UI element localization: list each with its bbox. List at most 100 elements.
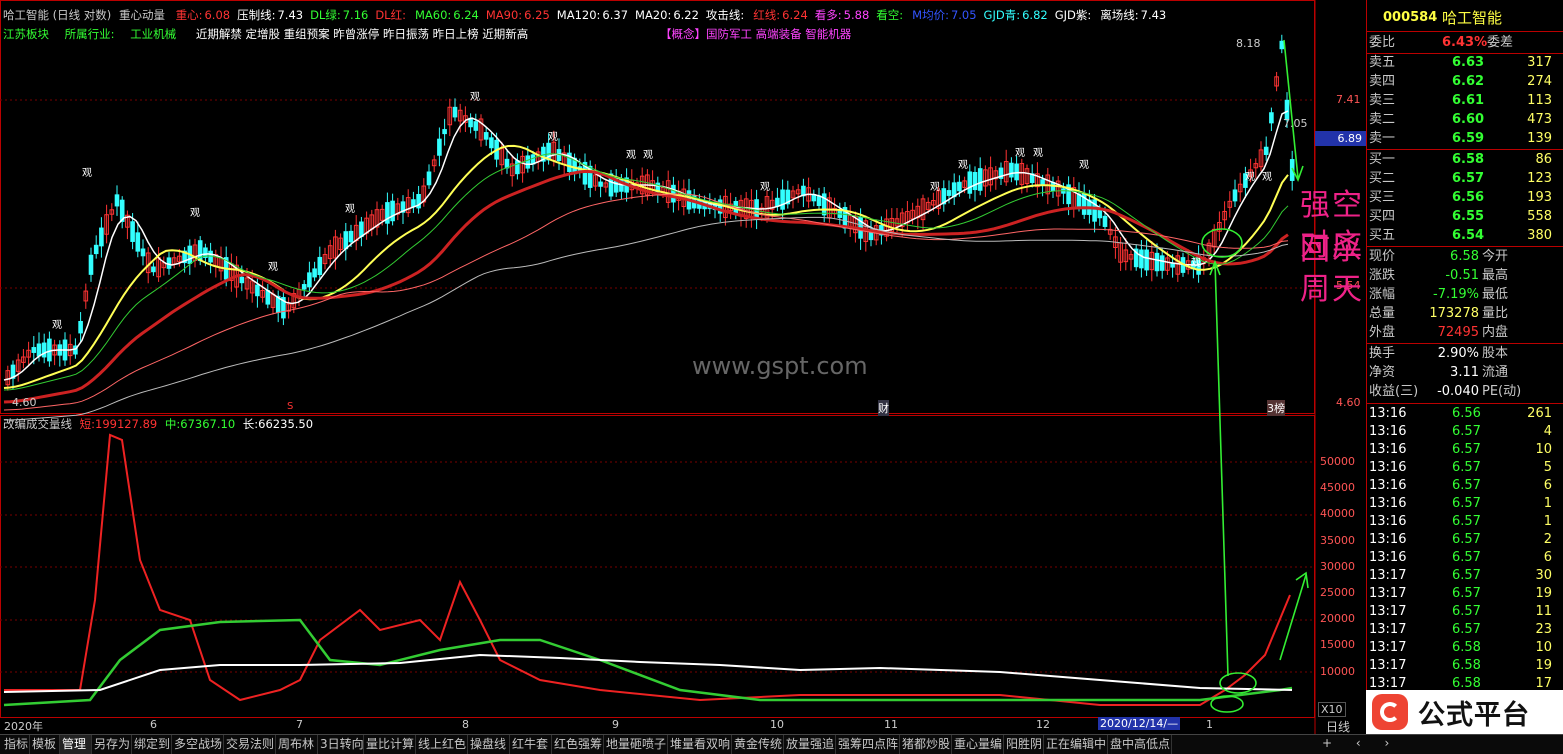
tab-formula[interactable]: 多空战场	[172, 735, 224, 754]
tab-formula[interactable]: 线上红色	[416, 735, 468, 754]
order-price: 6.54	[1452, 228, 1485, 243]
order-row: 卖五 6.63 317	[1367, 54, 1563, 72]
sub-panel-border	[0, 415, 1315, 718]
order-row: 买五 6.54 380	[1367, 227, 1563, 245]
indicator-item: MA20: 6.22	[635, 8, 699, 22]
marker-bang: 3榜	[1267, 400, 1285, 416]
indicator-value: 6.22	[673, 8, 699, 22]
tab-formula[interactable]: 管理	[60, 735, 92, 754]
tab-formula[interactable]: 堆量看双响	[668, 735, 732, 754]
tab-formula[interactable]: 黄金传统	[732, 735, 784, 754]
indicator-value: 6.24	[782, 8, 808, 22]
tab-formula[interactable]: 重心量编	[952, 735, 1004, 754]
tick-volume: 1	[1543, 496, 1552, 511]
indicator-item: DL绿: 7.16	[310, 8, 368, 22]
volume-line	[4, 433, 1291, 706]
tab-formula[interactable]: 另存为	[92, 735, 132, 754]
stat-label-2: 股本	[1482, 346, 1509, 361]
tab-formula[interactable]: 放量强追	[784, 735, 836, 754]
stock-name: 哈工智能	[1442, 9, 1503, 27]
chart-area[interactable]: 哈工智能 (日线 对数) 重心动量 重心: 6.08 压制线: 7.43 DL绿: 7.1…	[0, 0, 1366, 734]
weibi-row: 委比 6.43% 委差	[1367, 34, 1563, 52]
tick-price: 6.57	[1452, 424, 1481, 439]
indicator-item: 压制线: 7.43	[237, 8, 303, 22]
indicator-value: 7.43	[1140, 8, 1167, 22]
candle-body	[390, 200, 395, 222]
tab-formula[interactable]: 3日转向	[318, 735, 364, 754]
tab-formula[interactable]: 量比计算	[364, 735, 416, 754]
sub-axis-label: 30000	[1320, 559, 1355, 573]
tab-formula[interactable]: 正在编辑中	[1044, 735, 1108, 754]
date-start: 2020年	[4, 720, 43, 733]
tab-formula[interactable]: 红色强筹	[552, 735, 604, 754]
stat-row: 收益(三) -0.040 PE(动)	[1367, 383, 1563, 401]
candle-body	[437, 138, 442, 156]
order-price: 6.56	[1452, 190, 1485, 205]
tick-price: 6.57	[1452, 496, 1481, 511]
tab-formula[interactable]: 操盘线	[468, 735, 510, 754]
candle-body	[452, 106, 458, 118]
candle-body	[1139, 249, 1144, 269]
tab-formula[interactable]: 指标	[2, 735, 30, 754]
candle-body	[166, 257, 172, 269]
tab-formula[interactable]: 模板	[30, 735, 60, 754]
indicator-label: MA60:	[414, 8, 452, 22]
sub-chart-title[interactable]: 改编成交量线	[3, 417, 72, 431]
stat-label-2: 最低	[1482, 287, 1509, 302]
tab-formula[interactable]: 交易法则	[224, 735, 276, 754]
guan-marker: 观	[345, 204, 355, 215]
candle-body	[1102, 215, 1108, 227]
tab-formula[interactable]: 猪都炒股	[900, 735, 952, 754]
order-price: 6.63	[1452, 55, 1485, 70]
tab-formula[interactable]: 强筹四点阵	[836, 735, 900, 754]
order-price: 6.58	[1452, 152, 1485, 167]
guan-marker: 观	[52, 320, 62, 331]
tick-time: 13:17	[1369, 604, 1407, 619]
high-mark: 8.18	[1236, 37, 1261, 50]
indicator-item: MA120: 6.37	[557, 8, 628, 22]
order-row: 卖二 6.60 473	[1367, 111, 1563, 129]
order-label: 卖五	[1369, 55, 1396, 70]
tab-formula[interactable]: 红牛套	[510, 735, 552, 754]
candle-body	[489, 137, 494, 149]
chart-title: 哈工智能 (日线 对数)	[3, 8, 112, 22]
concept-tag[interactable]: 【概念】国防军工 高端装备 智能机器	[660, 26, 851, 42]
tick-volume: 10	[1535, 442, 1552, 457]
stock-id: 000584 哈工智能	[1367, 9, 1563, 27]
sub-axis-label: 45000	[1320, 481, 1355, 495]
tick-time: 13:16	[1369, 478, 1407, 493]
mid-label: 中:	[164, 417, 181, 431]
order-volume: 274	[1527, 74, 1552, 89]
order-price: 6.59	[1452, 131, 1485, 146]
tab-formula[interactable]: 周布林	[276, 735, 318, 754]
indicator-value: 7.05	[950, 8, 977, 22]
order-volume: 473	[1527, 112, 1552, 127]
tab-formula[interactable]: 绑定到	[132, 735, 172, 754]
tab-scroll-buttons[interactable]: + ‹ ›	[1322, 736, 1399, 750]
tick-volume: 261	[1527, 406, 1552, 421]
candle-body	[972, 172, 978, 191]
weicha-label: 委差	[1487, 35, 1514, 50]
tab-formula[interactable]: 阳胜阴	[1004, 735, 1044, 754]
date-month: 10	[770, 718, 784, 731]
last-mark: 7.05	[1283, 117, 1308, 130]
board-tag[interactable]: 江苏板块	[3, 27, 49, 41]
tab-formula[interactable]: 盘中高低点	[1108, 735, 1172, 754]
tick-volume: 1	[1543, 514, 1552, 529]
stat-label-2: PE(动)	[1482, 384, 1522, 399]
tick-volume: 19	[1535, 658, 1552, 673]
order-label: 卖二	[1369, 112, 1396, 127]
tick-volume: 30	[1535, 568, 1552, 583]
industry-tag[interactable]: 工业机械	[130, 27, 176, 41]
candle-body	[1144, 249, 1149, 271]
indicator-name[interactable]: 重心动量	[119, 8, 165, 22]
candle-body	[307, 272, 312, 288]
order-row: 卖三 6.61 113	[1367, 92, 1563, 110]
order-volume: 558	[1527, 209, 1552, 224]
tick-price: 6.57	[1452, 550, 1481, 565]
date-right-label[interactable]: 日线	[1326, 718, 1350, 735]
tick-time: 13:17	[1369, 568, 1407, 583]
tab-formula[interactable]: 地量砸喷子	[604, 735, 668, 754]
date-month: 9	[612, 718, 619, 731]
tick-price: 6.57	[1452, 604, 1481, 619]
